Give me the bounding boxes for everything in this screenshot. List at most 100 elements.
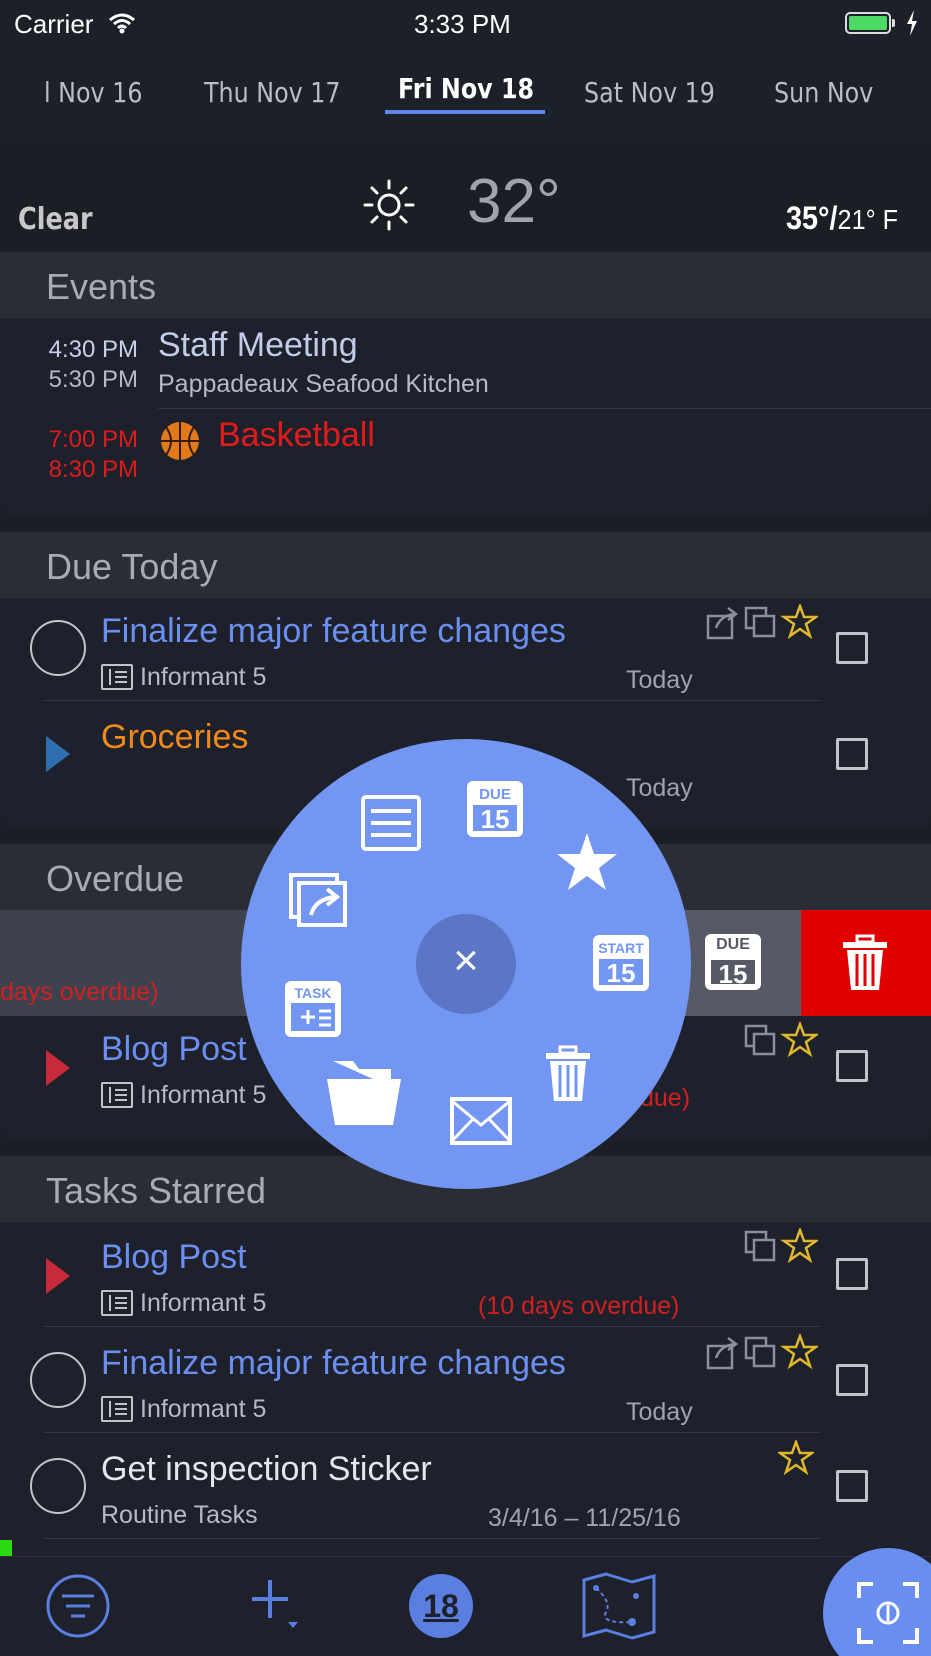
- task-title[interactable]: Blog Post: [101, 1238, 247, 1277]
- folder-icon[interactable]: [327, 1061, 401, 1125]
- charging-icon: [907, 10, 917, 36]
- swipe-due-number: 15: [718, 959, 748, 989]
- map-icon[interactable]: [582, 1572, 656, 1640]
- close-icon: ×: [453, 936, 479, 985]
- add-icon[interactable]: [250, 1578, 300, 1628]
- task-checkbox[interactable]: [836, 1364, 868, 1396]
- duplicate-icon: [744, 1336, 776, 1368]
- day-strip: l Nov 16 Thu Nov 17 Fri Nov 18 Sat Nov 1…: [0, 46, 931, 138]
- star-icon[interactable]: [557, 833, 617, 890]
- section-header-events: Events: [0, 252, 931, 318]
- status-time: 3:33 PM: [414, 9, 511, 39]
- day-tab-nov17[interactable]: Thu Nov 17: [204, 76, 341, 109]
- task-badge-label: TASK: [294, 985, 332, 1001]
- day-tab-nov16[interactable]: l Nov 16: [44, 76, 142, 109]
- star-icon: [778, 1440, 814, 1476]
- mail-icon[interactable]: [450, 1097, 512, 1145]
- battery-nub: [892, 19, 895, 27]
- task-complete-circle[interactable]: [30, 1458, 86, 1514]
- project-icon: [101, 1082, 133, 1108]
- duplicate-icon: [744, 1230, 776, 1262]
- task-project: Informant 5: [140, 1289, 267, 1317]
- star-icon: [780, 604, 818, 640]
- divider: [44, 1326, 820, 1327]
- task-title[interactable]: Get inspection Sticker: [101, 1450, 432, 1489]
- sun-icon: [363, 179, 415, 231]
- event-start-time: 4:30 PM: [48, 336, 138, 363]
- start-badge-label: START: [598, 940, 644, 956]
- event-row[interactable]: 4:30 PM 5:30 PM Staff Meeting Pappadeaux…: [0, 326, 931, 416]
- task-title[interactable]: Groceries: [101, 718, 248, 757]
- due-badge-label: DUE: [479, 786, 511, 803]
- indicator-dot: [0, 1540, 12, 1556]
- day-tab-nov19[interactable]: Sat Nov 19: [584, 76, 715, 109]
- task-status-icons: [706, 1334, 818, 1370]
- radial-close-button[interactable]: ×: [416, 914, 516, 1014]
- star-icon: [780, 1228, 818, 1264]
- task-checkbox[interactable]: [836, 1470, 868, 1502]
- task-due: (10 days overdue): [478, 1292, 680, 1320]
- selected-day-indicator: [385, 110, 545, 114]
- task-complete-circle[interactable]: [30, 1352, 86, 1408]
- duplicate-icon: [744, 606, 776, 638]
- task-checkbox[interactable]: [836, 1258, 868, 1290]
- filter-icon[interactable]: [46, 1574, 110, 1638]
- day-tab-nov20[interactable]: Sun Nov: [774, 76, 873, 109]
- task-overdue-text: days overdue): [0, 978, 159, 1006]
- project-icon: [101, 1290, 133, 1316]
- task-status-icons: [706, 604, 818, 640]
- event-end-time: 5:30 PM: [48, 366, 138, 393]
- task-complete-circle[interactable]: [30, 620, 86, 676]
- task-status-icons: [744, 1022, 818, 1058]
- event-start-time: 7:00 PM: [48, 426, 138, 453]
- trash-icon[interactable]: [546, 1045, 590, 1101]
- weather-high-low: 35°/21° F: [786, 200, 898, 237]
- event-location: Pappadeaux Seafood Kitchen: [158, 370, 489, 398]
- battery-icon: [845, 12, 891, 34]
- trash-icon: [843, 934, 887, 990]
- notes-icon[interactable]: [361, 795, 421, 851]
- weather-condition: Clear: [18, 202, 93, 237]
- task-title[interactable]: Finalize major feature changes: [101, 1344, 566, 1383]
- swipe-due-date-button[interactable]: DUE 15: [681, 910, 801, 1016]
- event-title: Basketball: [218, 416, 375, 454]
- day-tab-nov18[interactable]: Fri Nov 18: [398, 72, 534, 105]
- expand-triangle-icon[interactable]: [46, 1050, 70, 1086]
- swipe-delete-button[interactable]: [801, 910, 931, 1016]
- event-row[interactable]: 7:00 PM 8:30 PM Basketball: [0, 416, 931, 506]
- weather-low: 21° F: [837, 204, 899, 235]
- divider: [44, 1432, 820, 1433]
- wifi-icon: [109, 13, 135, 34]
- share-icon: [706, 607, 739, 640]
- expand-triangle-icon[interactable]: [46, 736, 70, 772]
- task-title[interactable]: Blog Post: [101, 1030, 247, 1069]
- duplicate-icon: [744, 1024, 776, 1056]
- start-badge-number: 15: [606, 958, 636, 988]
- star-icon: [780, 1334, 818, 1370]
- task-project: Informant 5: [140, 1395, 267, 1423]
- section-header-due-today: Due Today: [0, 532, 931, 598]
- share-icon: [706, 1337, 739, 1370]
- expand-triangle-icon[interactable]: [46, 1258, 70, 1294]
- task-checkbox[interactable]: [836, 1050, 868, 1082]
- swipe-due-label: DUE: [716, 936, 750, 953]
- carrier-label: Carrier: [14, 9, 94, 39]
- weather-temperature: 32°: [467, 167, 561, 236]
- today-button[interactable]: 18: [409, 1574, 473, 1638]
- divider: [44, 1538, 820, 1539]
- task-checkbox[interactable]: [836, 632, 868, 664]
- event-title: Staff Meeting: [158, 326, 358, 364]
- task-due: Today: [626, 666, 693, 694]
- task-due: Today: [626, 1398, 693, 1426]
- divider: [44, 700, 820, 701]
- star-icon: [780, 1022, 818, 1058]
- weather-high: 35°/: [786, 200, 838, 236]
- share-icon[interactable]: [289, 873, 347, 927]
- project-icon: [101, 664, 133, 690]
- due-badge-number: 15: [480, 804, 510, 834]
- event-end-time: 8:30 PM: [48, 456, 138, 483]
- task-checkbox[interactable]: [836, 738, 868, 770]
- basketball-icon: [161, 422, 199, 460]
- divider: [158, 408, 931, 409]
- task-title[interactable]: Finalize major feature changes: [101, 612, 566, 651]
